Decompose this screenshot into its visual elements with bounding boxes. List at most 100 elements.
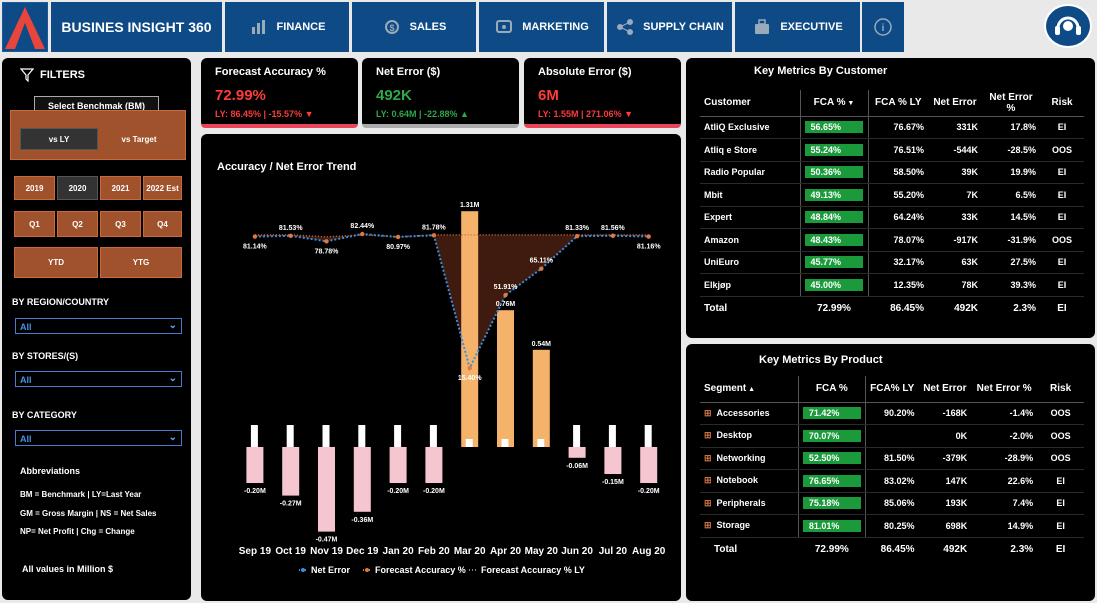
quarter-q2[interactable]: Q2 [57, 211, 98, 237]
tab-marketing[interactable]: MARKETING [479, 2, 604, 52]
table-row[interactable]: Expert 48.84% 64.24% 33K 14.5% EI [700, 206, 1084, 229]
net-error-bar[interactable] [318, 447, 335, 532]
expand-icon[interactable]: ⊞ [704, 430, 712, 440]
table-cell: Radio Popular [700, 161, 800, 184]
table-row[interactable]: UniEuro 45.77% 32.17% 63K 27.5% EI [700, 251, 1084, 274]
table-row[interactable]: ⊞ Accessories 71.42% 90.20% -168K -1.4% OOS [700, 402, 1084, 425]
table-cell: EI [1040, 183, 1084, 207]
quarter-q4[interactable]: Q4 [143, 211, 182, 237]
net-error-bar[interactable] [282, 447, 300, 496]
net-error-bar[interactable] [532, 349, 550, 447]
table-row[interactable]: ⊞ Networking 52.50% 81.50% -379K -28.9% OOS [700, 447, 1084, 470]
total-cell: EI [1055, 543, 1066, 555]
table-row[interactable]: Elkjøp 45.00% 12.35% 78K 39.3% EI [700, 273, 1084, 297]
table-cell: 193K [918, 492, 972, 515]
net-error-bar[interactable] [640, 447, 658, 483]
net-error-bar[interactable] [461, 211, 479, 447]
sort-desc-icon[interactable]: ▼ [845, 100, 854, 107]
support-button[interactable] [1044, 4, 1092, 48]
column-header[interactable]: FCA % [797, 376, 866, 403]
expand-icon[interactable]: ⊞ [704, 498, 712, 508]
tab-finance[interactable]: FINANCE [225, 2, 349, 52]
expand-icon[interactable]: ⊞ [704, 475, 712, 485]
headset-icon [1055, 16, 1081, 35]
fca-point[interactable] [539, 266, 544, 271]
column-header[interactable]: Risk [1037, 376, 1084, 403]
chevron-down-icon: ⌄ [168, 373, 177, 384]
fca-data-label: 51.91% [494, 284, 519, 291]
column-header[interactable]: Net Error % [971, 376, 1038, 403]
category-dropdown[interactable]: All ⌄ [15, 430, 182, 446]
fca-point[interactable] [503, 292, 508, 298]
table-row[interactable]: ⊞ Desktop 70.07% 0K -2.0% OOS [700, 424, 1084, 448]
fca-point[interactable] [324, 239, 329, 244]
column-header[interactable]: Customer [700, 90, 800, 117]
net-error-bar[interactable] [389, 447, 407, 483]
table-row[interactable]: Radio Popular 50.36% 58.50% 39K 19.9% EI [700, 161, 1084, 184]
total-cell: 2.3% [1013, 302, 1036, 314]
net-error-bar[interactable] [604, 447, 622, 474]
column-header[interactable]: FCA % LY [867, 90, 928, 117]
expand-icon[interactable]: ⊞ [704, 453, 712, 463]
tab-sales[interactable]: $ SALES [352, 2, 476, 52]
year-2022-est[interactable]: 2022 Est [143, 176, 182, 200]
column-header[interactable]: Risk [1040, 90, 1084, 117]
tab-supply-chain[interactable]: SUPPLY CHAIN [607, 2, 732, 52]
table-row[interactable]: ⊞ Peripherals 75.18% 85.06% 193K 7.4% EI [700, 492, 1084, 515]
fca-point[interactable] [467, 365, 472, 371]
period-ytd[interactable]: YTD [14, 247, 98, 278]
period-ytg[interactable]: YTG [100, 247, 182, 278]
quarter-q1[interactable]: Q1 [14, 211, 55, 237]
year-2021[interactable]: 2021 [100, 176, 141, 200]
column-header[interactable]: Net Error [928, 90, 982, 117]
table-total-row: Total 72.99% 86.45% 492K 2.3% EI [700, 296, 1084, 320]
stores-dropdown[interactable]: All ⌄ [15, 371, 182, 387]
column-header[interactable]: Net Error [918, 376, 972, 403]
table-cell: AtliQ Exclusive [700, 116, 800, 139]
fca-point[interactable] [431, 233, 437, 238]
net-error-bar[interactable] [246, 447, 264, 483]
table-cell: 39.3% [982, 273, 1040, 297]
year-2019[interactable]: 2019 [14, 176, 55, 200]
expand-icon[interactable]: ⊞ [704, 408, 712, 418]
fca-point[interactable] [574, 234, 580, 239]
row-label: Networking [716, 452, 766, 463]
net-error-bar[interactable] [425, 447, 443, 483]
net-error-bar[interactable] [353, 447, 371, 512]
table-row[interactable]: AtliQ Exclusive 56.65% 76.67% 331K 17.8% EI [700, 116, 1084, 139]
fca-point[interactable] [646, 234, 651, 239]
fca-point[interactable] [610, 233, 616, 238]
expand-icon[interactable]: ⊞ [704, 520, 712, 530]
table-row[interactable]: Atliq e Store 55.24% 76.51% -544K -28.5% OOS [700, 138, 1084, 162]
tab-executive[interactable]: EXECUTIVE [735, 2, 860, 52]
table-cell: ⊞ Notebook [700, 469, 799, 493]
fca-cell-highlight: 49.13% [804, 188, 863, 201]
table-cell: OOS [1037, 424, 1084, 448]
fca-point[interactable] [252, 234, 258, 239]
sort-asc-icon[interactable]: ▲ [746, 386, 755, 393]
column-header[interactable]: Segment ▲ [700, 376, 799, 403]
column-header[interactable]: Net Error % [982, 90, 1040, 117]
quarter-q3[interactable]: Q3 [100, 211, 141, 237]
benchmark-vs-target[interactable]: vs Target [102, 128, 176, 150]
fca-point[interactable] [360, 231, 365, 237]
region-dropdown[interactable]: All ⌄ [15, 318, 182, 334]
table-row[interactable]: Amazon 48.43% 78.07% -917K -31.9% OOS [700, 228, 1084, 252]
benchmark-vs-ly[interactable]: vs LY [20, 128, 98, 150]
table-row[interactable]: Mbit 49.13% 55.20% 7K 6.5% EI [700, 183, 1084, 207]
year-2020[interactable]: 2020 [57, 176, 98, 200]
net-error-bar[interactable] [497, 310, 514, 447]
x-axis-tick-label: Jun 20 [561, 546, 593, 557]
table-row[interactable]: ⊞ Notebook 76.65% 83.02% 147K 22.6% EI [700, 469, 1084, 493]
column-header[interactable]: FCA % ▼ [799, 90, 868, 117]
table-row[interactable]: ⊞ Storage 81.01% 80.25% 698K 14.9% EI [700, 514, 1084, 538]
kpi-card-forecast-accuracy: Forecast Accuracy % 72.99% LY: 86.45% | … [201, 58, 358, 128]
app-logo[interactable] [2, 2, 48, 52]
fca-point[interactable] [395, 234, 401, 240]
info-button[interactable]: i [862, 2, 904, 52]
fca-point[interactable] [288, 233, 293, 239]
net-error-bar[interactable] [568, 447, 586, 458]
column-header[interactable]: FCA% LY [864, 376, 919, 403]
total-cell: EI [1057, 302, 1067, 314]
table-cell: 32.17% [867, 251, 928, 274]
